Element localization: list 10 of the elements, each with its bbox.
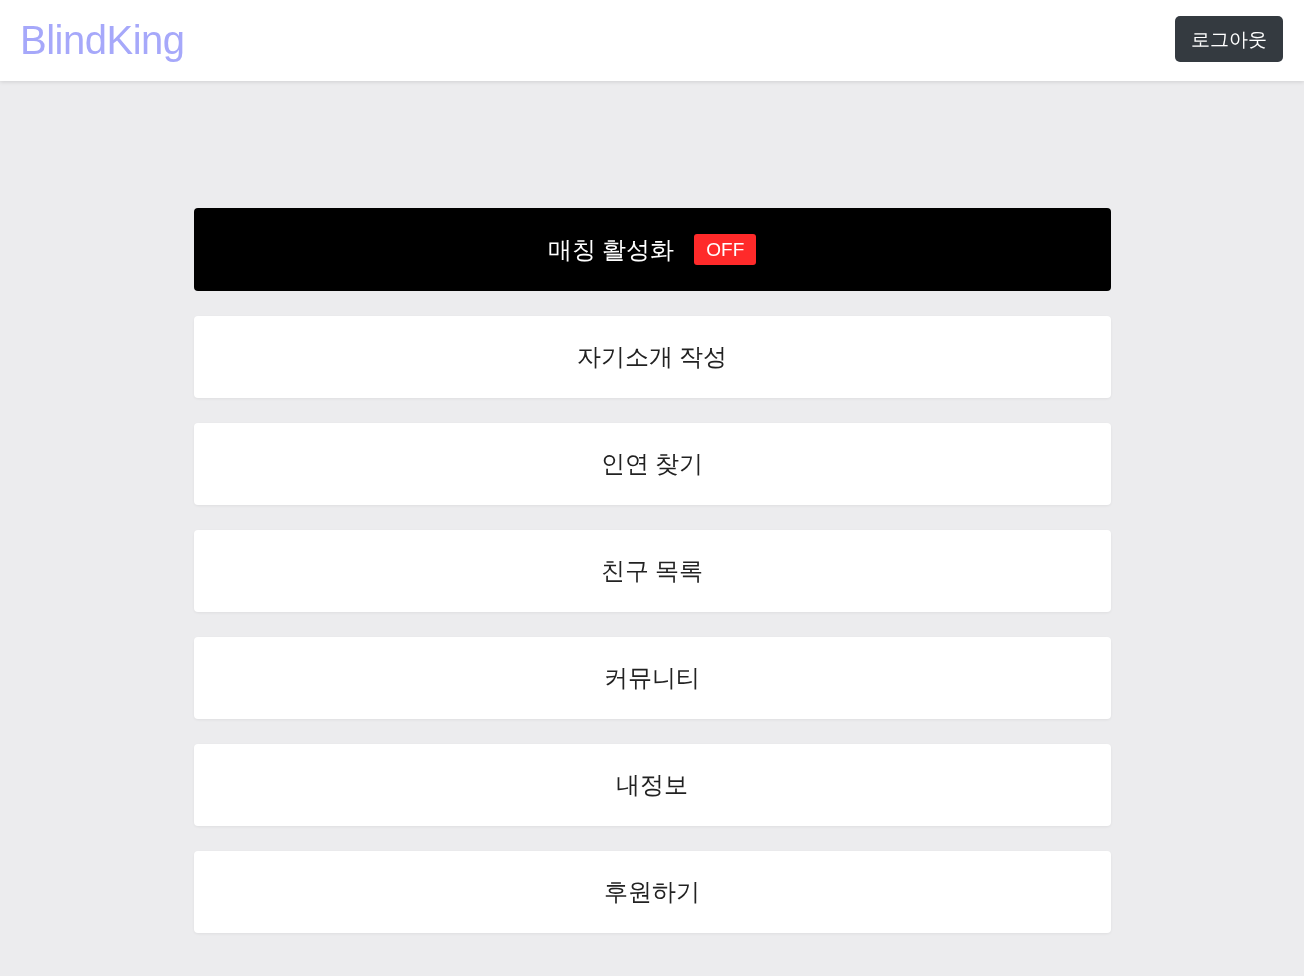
matching-toggle-button[interactable]: 매칭 활성화 OFF <box>193 208 1111 291</box>
matching-label: 매칭 활성화 <box>547 237 675 262</box>
menu-button[interactable]: 친구 목록 <box>193 530 1111 612</box>
menu-button[interactable]: 인연 찾기 <box>193 423 1111 505</box>
status-badge: OFF <box>694 234 757 265</box>
logout-button[interactable]: 로그아웃 <box>1175 16 1283 62</box>
menu-button[interactable]: 후원하기 <box>193 851 1111 933</box>
menu-button[interactable]: 자기소개 작성 <box>193 316 1111 398</box>
menu-button[interactable]: 내정보 <box>193 744 1111 826</box>
menu-button[interactable]: 커뮤니티 <box>193 637 1111 719</box>
